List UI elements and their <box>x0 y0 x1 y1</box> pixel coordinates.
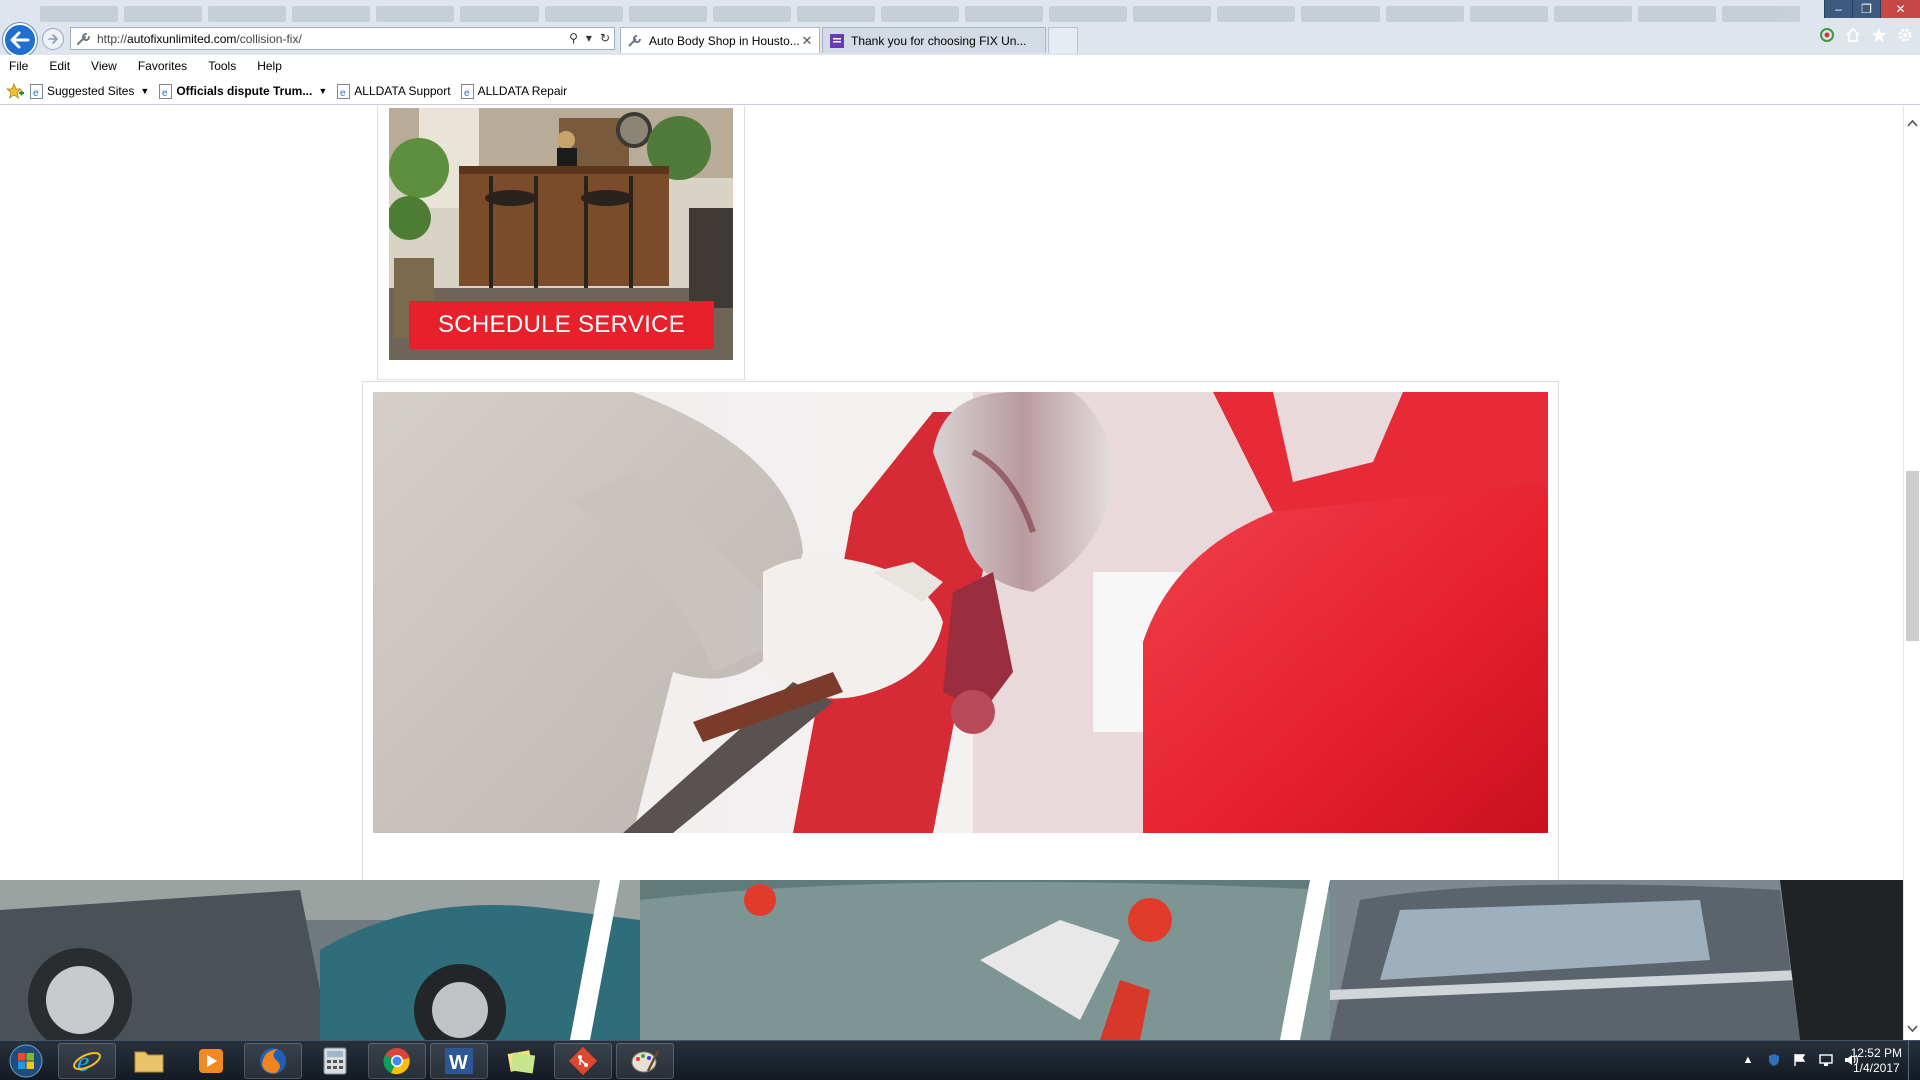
start-button[interactable] <box>4 1042 48 1080</box>
svg-text:e: e <box>33 88 39 99</box>
taskbar-paint[interactable] <box>616 1043 674 1079</box>
scroll-down-arrow-icon[interactable] <box>1907 1024 1918 1034</box>
close-window-button[interactable]: ✕ <box>1880 0 1920 18</box>
menu-view[interactable]: View <box>88 57 120 75</box>
ie-page-icon: e <box>30 83 43 99</box>
taskbar-file-explorer[interactable] <box>120 1043 178 1079</box>
favorite-officials-dispute[interactable]: e Officials dispute Trum... ▼ <box>159 83 328 99</box>
show-desktop-button[interactable] <box>1908 1041 1920 1080</box>
search-icon[interactable]: ⚲ <box>569 31 578 45</box>
clock-date: 1/4/2017 <box>1852 1061 1900 1075</box>
windows-logo-icon <box>9 1044 43 1078</box>
windows-taskbar: e W ▲ 12:52 PM 1/4/2017 <box>0 1040 1920 1080</box>
media-player-icon <box>199 1049 223 1073</box>
favorites-bar: e Suggested Sites ▼ e Officials dispute … <box>0 78 1920 105</box>
taskbar-sticky-notes[interactable] <box>492 1043 550 1079</box>
page-scrollbar[interactable] <box>1903 106 1920 1040</box>
favorite-suggested-sites[interactable]: e Suggested Sites ▼ <box>30 83 150 99</box>
taskbar-git[interactable] <box>554 1043 612 1079</box>
background-windows-strip <box>40 2 1800 26</box>
favorites-star-icon[interactable] <box>1870 26 1888 44</box>
arrow-left-icon <box>10 31 30 49</box>
menu-edit[interactable]: Edit <box>46 57 73 75</box>
back-button[interactable] <box>3 23 37 57</box>
calculator-icon <box>323 1047 347 1075</box>
network-icon[interactable] <box>1818 1052 1834 1068</box>
taskbar-internet-explorer[interactable]: e <box>58 1043 116 1079</box>
add-to-favorites-button[interactable] <box>6 83 24 99</box>
sticky-notes-icon <box>507 1050 536 1074</box>
refresh-icon[interactable]: ↻ <box>600 31 610 45</box>
new-tab-button[interactable] <box>1048 27 1078 53</box>
schedule-service-button[interactable]: SCHEDULE SERVICE <box>409 301 714 349</box>
taskbar-calculator[interactable] <box>306 1043 364 1079</box>
ie-page-icon: e <box>159 83 173 99</box>
address-bar[interactable]: http://autofixunlimited.com/collision-fi… <box>70 27 615 50</box>
settings-gear-icon[interactable] <box>1896 26 1914 44</box>
wrench-icon <box>77 32 90 45</box>
svg-text:e: e <box>162 88 168 99</box>
word-icon: W <box>445 1048 473 1074</box>
taskbar-firefox[interactable] <box>244 1043 302 1079</box>
tab-thank-you[interactable]: Thank you for choosing FIX Un... <box>822 27 1046 53</box>
url-text: http://autofixunlimited.com/collision-fi… <box>97 31 302 46</box>
show-hidden-icons-icon[interactable]: ▲ <box>1740 1052 1756 1068</box>
taskbar-clock[interactable]: 12:52 PM 1/4/2017 <box>1851 1046 1902 1076</box>
action-center-flag-icon[interactable] <box>1792 1052 1808 1068</box>
menu-favorites[interactable]: Favorites <box>135 57 190 75</box>
home-icon[interactable] <box>1844 26 1862 44</box>
favorites-add-star-icon <box>6 83 24 99</box>
scroll-up-arrow-icon[interactable] <box>1907 118 1918 128</box>
bottom-banner-image <box>0 880 1903 1040</box>
paint-photo-card <box>362 381 1559 950</box>
menu-bar: File Edit View Favorites Tools Help <box>0 55 1920 77</box>
menu-file[interactable]: File <box>6 57 31 75</box>
firefox-icon <box>260 1048 286 1074</box>
chrome-icon <box>383 1048 410 1075</box>
tab-auto-body-shop[interactable]: Auto Body Shop in Housto... ✕ <box>620 27 820 53</box>
browser-titlebar: – ❐ ✕ http://autofixunlimited.com/collis… <box>0 0 1920 57</box>
ie-page-icon: e <box>460 83 474 99</box>
paint-palette-icon <box>631 1050 660 1073</box>
menu-help[interactable]: Help <box>254 57 285 75</box>
taskbar-chrome[interactable] <box>368 1043 426 1079</box>
wrench-favicon-icon <box>628 34 641 47</box>
favorite-alldata-repair[interactable]: e ALLDATA Repair <box>460 83 567 99</box>
folder-icon <box>134 1051 164 1073</box>
ie-page-icon: e <box>337 83 351 99</box>
git-icon <box>569 1047 597 1075</box>
svg-text:e: e <box>77 1047 89 1076</box>
taskbar-media-player[interactable] <box>182 1043 240 1079</box>
chevron-down-icon: ▼ <box>140 86 150 96</box>
scrollbar-thumb[interactable] <box>1906 471 1919 641</box>
tab-close-icon[interactable]: ✕ <box>799 33 815 49</box>
chevron-down-icon: ▼ <box>318 86 328 96</box>
restore-button[interactable]: ❐ <box>1852 0 1880 18</box>
taskbar-word[interactable]: W <box>430 1043 488 1079</box>
tab-label: Auto Body Shop in Housto... <box>649 33 799 48</box>
page-favicon-icon <box>830 33 844 48</box>
internet-explorer-icon: e <box>73 1047 101 1076</box>
arrow-right-icon <box>48 34 59 44</box>
favorite-alldata-support[interactable]: e ALLDATA Support <box>337 83 451 99</box>
window-controls: – ❐ ✕ <box>1824 0 1920 18</box>
tab-label: Thank you for choosing FIX Un... <box>851 33 1027 48</box>
svg-text:e: e <box>340 88 346 99</box>
svg-text:W: W <box>449 1052 468 1074</box>
page-viewport: SCHEDULE SERVICE <box>0 106 1920 1040</box>
dropdown-icon[interactable]: ▾ <box>586 31 592 45</box>
menu-tools[interactable]: Tools <box>205 57 239 75</box>
minimize-button[interactable]: – <box>1824 0 1852 18</box>
spray-painting-car-image <box>373 392 1548 833</box>
shield-icon[interactable] <box>1766 1052 1782 1068</box>
clock-time: 12:52 PM <box>1850 1046 1902 1060</box>
system-tray: ▲ <box>1740 1052 1860 1068</box>
forward-button[interactable] <box>42 28 64 50</box>
extension-icon[interactable] <box>1818 26 1836 44</box>
svg-text:e: e <box>464 88 470 99</box>
